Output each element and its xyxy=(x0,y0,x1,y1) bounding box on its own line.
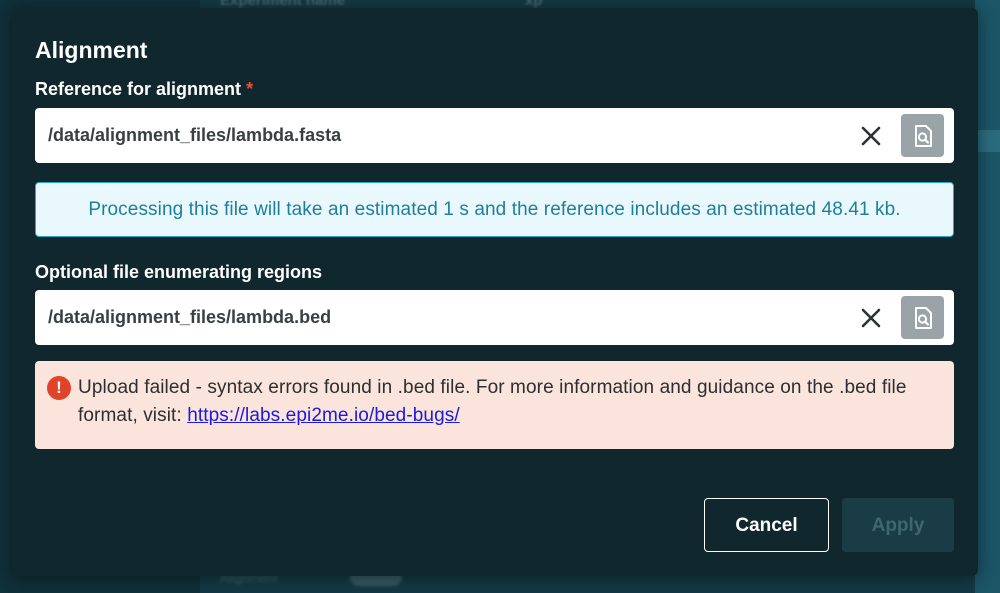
close-icon xyxy=(861,308,880,327)
error-message: Upload failed - syntax errors found in .… xyxy=(78,374,948,430)
close-icon xyxy=(861,126,880,145)
regions-clear-button[interactable] xyxy=(857,304,884,331)
error-icon: ! xyxy=(47,376,71,400)
regions-browse-button[interactable] xyxy=(901,296,944,339)
apply-button[interactable]: Apply xyxy=(842,498,954,552)
background-right-panel xyxy=(975,0,1000,593)
reference-input[interactable] xyxy=(48,108,808,163)
required-marker: * xyxy=(246,79,254,99)
upload-error-alert: ! Upload failed - syntax errors found in… xyxy=(35,361,954,449)
alignment-dialog: Alignment Reference for alignment* Proce… xyxy=(12,8,978,576)
regions-input[interactable] xyxy=(48,290,808,345)
regions-label: Optional file enumerating regions xyxy=(35,262,323,282)
background-right-highlight xyxy=(975,130,1000,152)
reference-label-text: Reference for alignment xyxy=(35,79,242,99)
dialog-title: Alignment xyxy=(35,37,148,63)
file-search-icon xyxy=(914,306,932,329)
file-search-icon xyxy=(914,124,932,147)
reference-browse-button[interactable] xyxy=(901,114,944,157)
bed-bugs-link[interactable]: https://labs.epi2me.io/bed-bugs/ xyxy=(187,405,460,426)
cancel-button[interactable]: Cancel xyxy=(704,498,829,552)
reference-estimate-info: Processing this file will take an estima… xyxy=(35,182,954,237)
reference-label: Reference for alignment * xyxy=(35,78,253,100)
reference-clear-button[interactable] xyxy=(857,122,884,149)
reference-field xyxy=(35,108,954,163)
regions-field xyxy=(35,290,954,345)
